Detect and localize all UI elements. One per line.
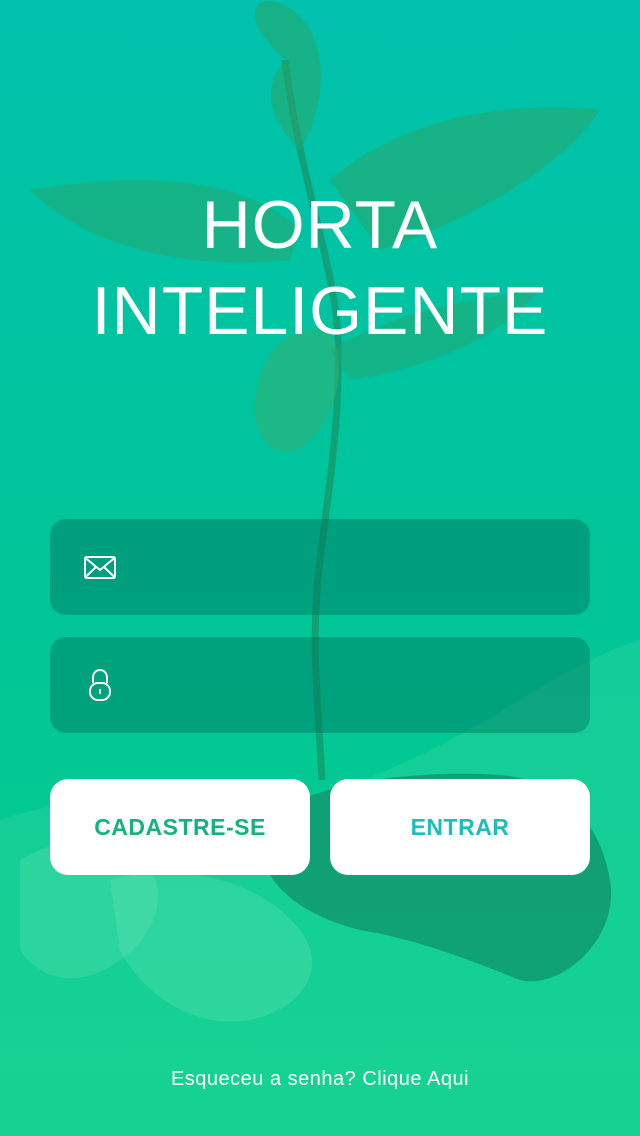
- email-field[interactable]: [50, 519, 590, 617]
- email-input[interactable]: [150, 519, 574, 617]
- login-button[interactable]: ENTRAR: [330, 779, 590, 875]
- app-title: HORTA INTELIGENTE: [0, 182, 640, 354]
- envelope-icon: [84, 556, 116, 579]
- register-button[interactable]: CADASTRE-SE: [50, 779, 310, 875]
- forgot-password: Esqueceu a senha? Clique Aqui: [0, 1068, 640, 1091]
- forgot-password-link[interactable]: Clique Aqui: [362, 1068, 469, 1090]
- lock-icon: [89, 668, 111, 701]
- app-title-line2: INTELIGENTE: [91, 273, 549, 349]
- app-title-line1: HORTA: [201, 187, 439, 263]
- forgot-password-prompt: Esqueceu a senha?: [170, 1068, 357, 1090]
- password-field[interactable]: [50, 637, 590, 735]
- password-input[interactable]: [150, 637, 574, 735]
